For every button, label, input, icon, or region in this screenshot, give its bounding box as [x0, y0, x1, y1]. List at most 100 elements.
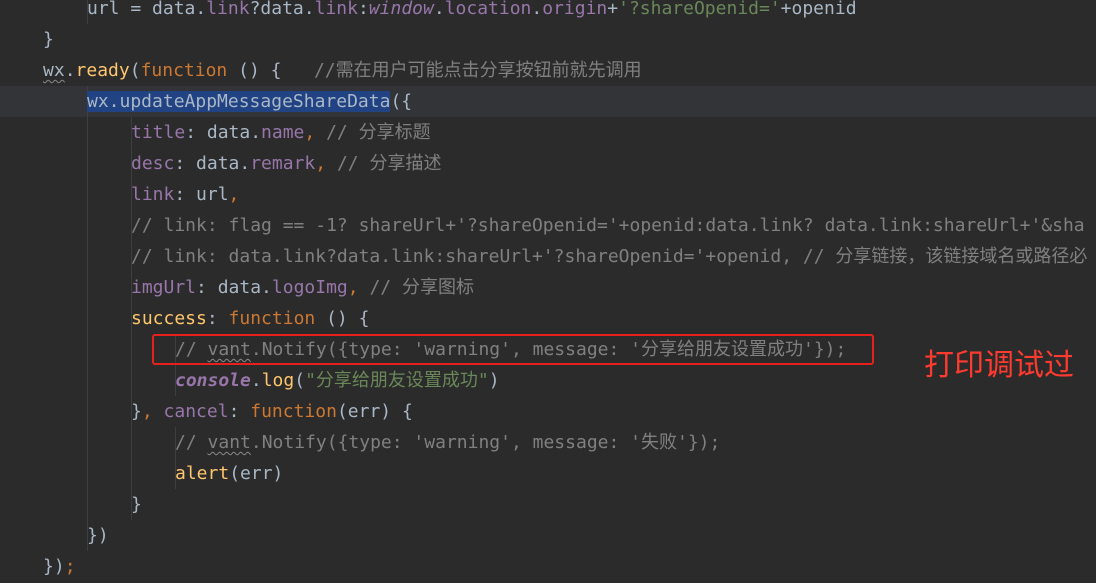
- code-token: (err) {: [336, 401, 413, 422]
- code-token: url = data.: [87, 0, 207, 19]
- indent-guide: [87, 272, 88, 303]
- code-token: ready: [75, 60, 130, 81]
- code-line[interactable]: desc: data.remark, // 分享描述: [0, 148, 1096, 179]
- code-line[interactable]: imgUrl: data.logoImg, // 分享图标: [0, 272, 1096, 303]
- code-token: function: [228, 308, 316, 329]
- code-line[interactable]: });: [0, 551, 1096, 582]
- code-token: +openid: [780, 0, 857, 19]
- code-token: link: [131, 184, 175, 205]
- code-token: wx: [43, 60, 65, 81]
- code-text: link: url,: [131, 179, 239, 210]
- code-token: .: [250, 370, 262, 391]
- code-token: ,: [141, 401, 164, 422]
- code-text: title: data.name, // 分享标题: [131, 117, 431, 148]
- code-token: ({: [390, 91, 413, 112]
- code-token: //: [175, 432, 208, 453]
- code-token: // 分享描述: [336, 153, 442, 174]
- code-line[interactable]: // link: data.link?data.link:shareUrl+'?…: [0, 241, 1096, 272]
- code-token: ,: [304, 122, 327, 143]
- code-text: // link: flag == -1? shareUrl+'?shareOpe…: [131, 210, 1085, 241]
- code-line[interactable]: success: function () {: [0, 303, 1096, 334]
- code-token: '?shareOpenid=': [618, 0, 781, 19]
- code-token: : url: [174, 184, 229, 205]
- code-token: // 分享标题: [326, 122, 431, 143]
- indent-guide: [87, 427, 88, 458]
- code-token: :: [228, 401, 251, 422]
- code-token: alert: [175, 463, 230, 484]
- code-token: ,: [228, 184, 240, 205]
- code-token: link: [206, 0, 250, 19]
- indent-guide: [87, 210, 88, 241]
- annotation-label: 打印调试过: [924, 348, 1074, 383]
- code-token: :: [357, 0, 369, 19]
- code-token: : data.: [174, 153, 251, 174]
- code-token: success: [131, 308, 207, 329]
- code-line[interactable]: // vant.Notify({type: 'warning', message…: [0, 427, 1096, 458]
- indent-guide: [131, 458, 132, 489]
- code-line[interactable]: }): [0, 520, 1096, 551]
- code-token: .: [64, 60, 76, 81]
- code-token: .: [531, 0, 543, 19]
- code-text: }, cancel: function(err) {: [131, 396, 413, 427]
- code-text: console.log("分享给朋友设置成功"): [175, 365, 500, 396]
- indent-guide: [87, 365, 88, 396]
- code-token: location: [444, 0, 532, 19]
- code-line[interactable]: }, cancel: function(err) {: [0, 396, 1096, 427]
- code-token: origin: [542, 0, 608, 19]
- code-token: : data.: [185, 122, 262, 143]
- code-token: }: [131, 494, 142, 515]
- code-line[interactable]: // link: flag == -1? shareUrl+'?shareOpe…: [0, 210, 1096, 241]
- indent-guide: [131, 334, 132, 365]
- code-token: function: [140, 60, 228, 81]
- code-token: () {: [315, 308, 370, 329]
- code-line[interactable]: wx.ready(function () { //需在用户可能点击分享按钮前就先…: [0, 55, 1096, 86]
- code-token: name: [261, 122, 305, 143]
- indent-guide: [87, 396, 88, 427]
- code-token: :: [206, 308, 229, 329]
- code-token: console: [175, 370, 251, 391]
- code-token: .Notify({type: 'warning', message: '失败'}…: [250, 432, 721, 453]
- code-token: "分享给朋友设置成功": [305, 370, 489, 391]
- code-line[interactable]: title: data.name, // 分享标题: [0, 117, 1096, 148]
- code-token: }: [131, 401, 142, 422]
- code-token: }: [43, 29, 54, 50]
- code-token: (err): [229, 463, 284, 484]
- code-text: // link: data.link?data.link:shareUrl+'?…: [131, 241, 1087, 272]
- code-text: alert(err): [175, 458, 283, 489]
- code-token: ,: [347, 277, 370, 298]
- code-editor[interactable]: url = data.link?data.link:window.locatio…: [0, 0, 1096, 583]
- indent-guide: [87, 148, 88, 179]
- code-line[interactable]: }: [0, 489, 1096, 520]
- code-token: +: [607, 0, 619, 19]
- indent-guide: [87, 117, 88, 148]
- code-line[interactable]: wx.updateAppMessageShareData({: [0, 86, 1096, 117]
- code-token: wx.updateAppMessageShareData: [87, 91, 391, 112]
- code-token: (: [294, 370, 306, 391]
- code-token: () {: [227, 60, 314, 81]
- code-line[interactable]: }: [0, 24, 1096, 55]
- code-token: link: [314, 0, 358, 19]
- code-token: title: [131, 122, 186, 143]
- code-text: }): [87, 520, 109, 551]
- code-text: desc: data.remark, // 分享描述: [131, 148, 441, 179]
- indent-guide: [87, 458, 88, 489]
- code-token: : data.: [196, 277, 272, 298]
- code-token: // 分享图标: [369, 277, 474, 298]
- code-token: logoImg: [271, 277, 348, 298]
- indent-guide: [87, 303, 88, 334]
- indent-guide: [87, 334, 88, 365]
- code-token: (: [129, 60, 141, 81]
- code-token: }): [43, 556, 65, 577]
- code-line[interactable]: url = data.link?data.link:window.locatio…: [0, 0, 1096, 24]
- code-token: ): [488, 370, 500, 391]
- code-line[interactable]: alert(err): [0, 458, 1096, 489]
- code-line[interactable]: link: url,: [0, 179, 1096, 210]
- code-text: imgUrl: data.logoImg, // 分享图标: [131, 272, 474, 303]
- highlight-box: [152, 334, 874, 365]
- code-token: log: [261, 370, 295, 391]
- indent-guide: [131, 365, 132, 396]
- code-text: // vant.Notify({type: 'warning', message…: [175, 427, 720, 458]
- code-token: function: [250, 401, 337, 422]
- code-token: .: [433, 0, 445, 19]
- code-token: remark: [250, 153, 316, 174]
